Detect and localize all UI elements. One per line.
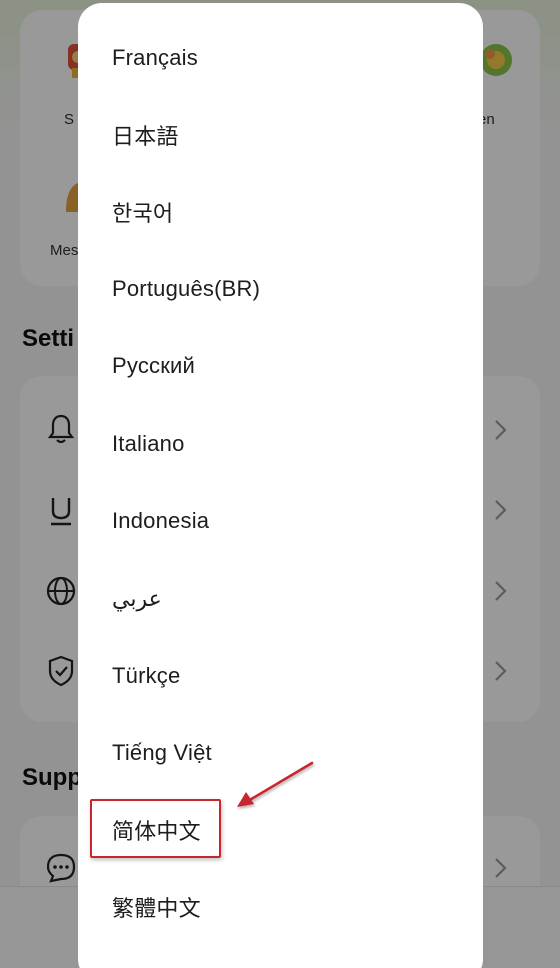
pointer-arrow-icon bbox=[237, 761, 314, 807]
language-option-indonesian[interactable]: Indonesia bbox=[78, 486, 483, 556]
language-option-traditional-chinese[interactable]: 繁體中文 bbox=[78, 872, 483, 942]
language-option-portuguese[interactable]: Português(BR) bbox=[78, 254, 483, 324]
language-option-turkish[interactable]: Türkçe bbox=[78, 641, 483, 711]
language-option-japanese[interactable]: 日本語 bbox=[78, 100, 483, 170]
language-selection-sheet: Français 日本語 한국어 Português(BR) Русский I… bbox=[78, 3, 483, 968]
language-option-korean[interactable]: 한국어 bbox=[78, 177, 483, 247]
language-option-russian[interactable]: Русский bbox=[78, 331, 483, 401]
language-option-italian[interactable]: Italiano bbox=[78, 409, 483, 479]
language-option-arabic[interactable]: عربي bbox=[78, 564, 483, 634]
language-option-french[interactable]: Français bbox=[78, 23, 483, 93]
